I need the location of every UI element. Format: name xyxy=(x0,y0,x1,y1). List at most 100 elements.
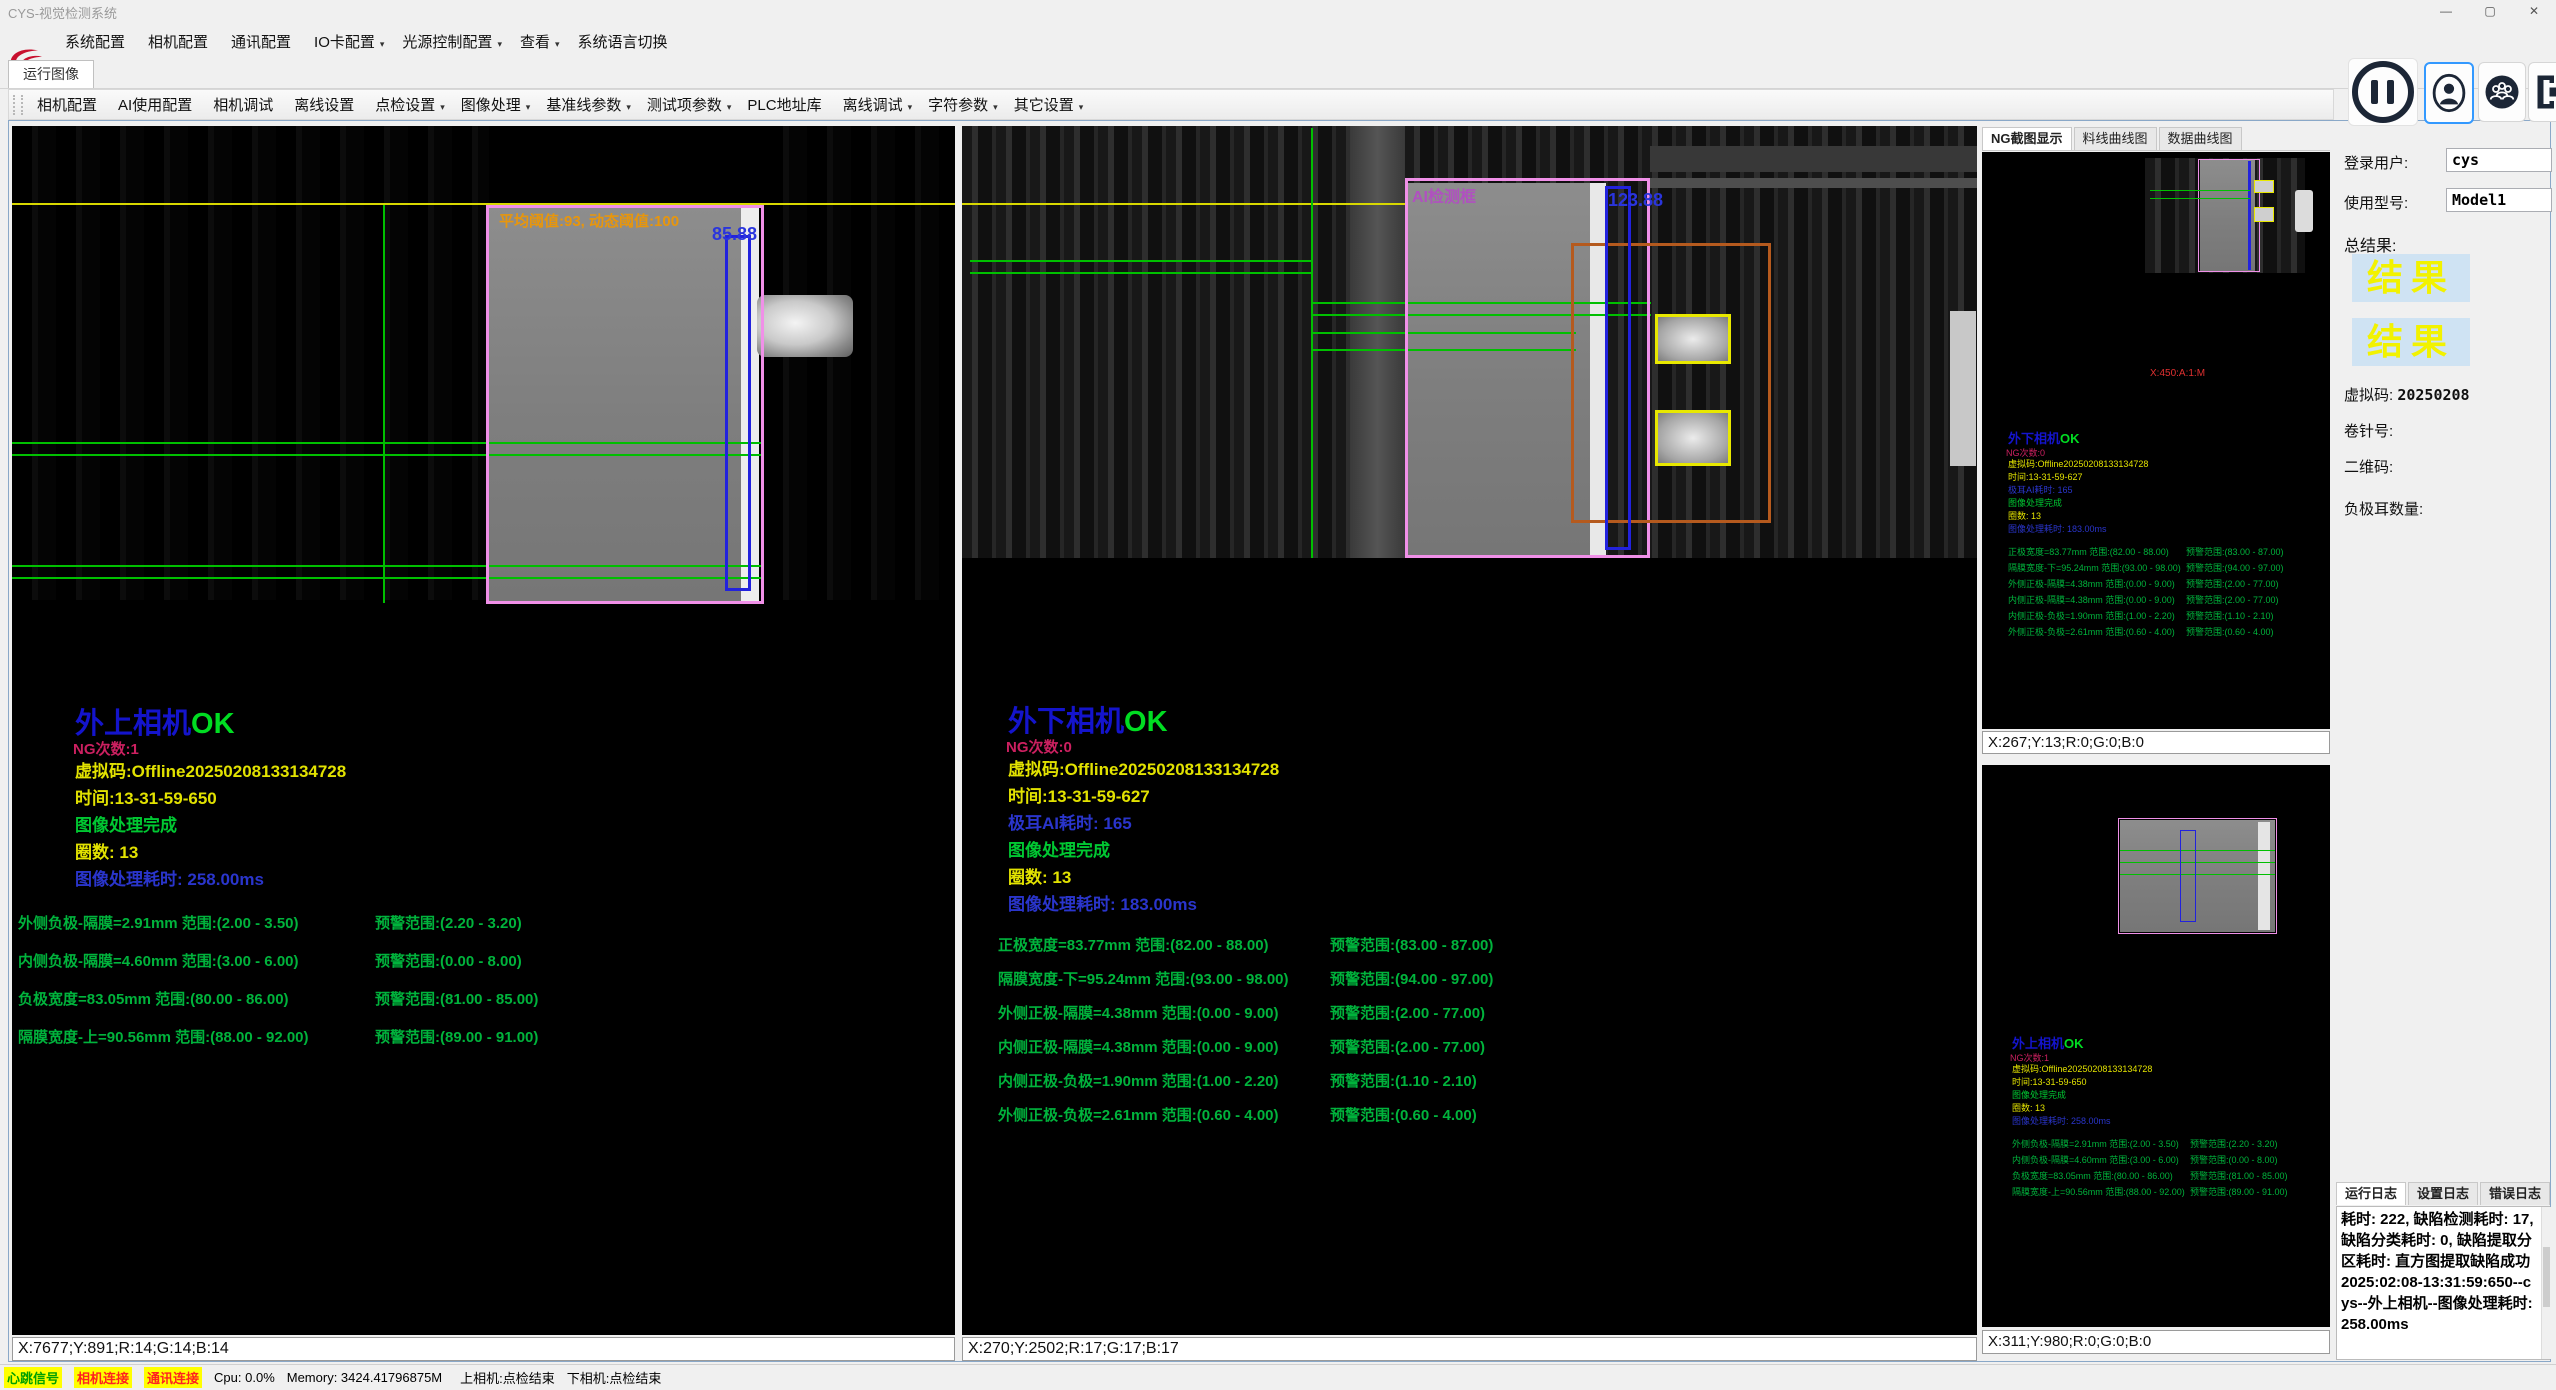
toolbar-item-label: 点检设置 xyxy=(375,97,435,114)
exit-button[interactable] xyxy=(2528,62,2556,122)
toolbar-item[interactable]: AI使用配置 xyxy=(110,94,205,115)
reference-line-yellow xyxy=(962,203,1408,205)
ng-panel-tabs: NG截图显示料线曲线图数据曲线图 xyxy=(1982,127,2330,151)
toolbar-item[interactable]: 离线调试▾ xyxy=(835,94,921,115)
toolbar-item-label: 图像处理 xyxy=(461,97,521,114)
left-coordinate-bar: X:7677;Y:891;R:14;G:14;B:14 xyxy=(12,1337,955,1361)
middle-camera-view[interactable]: AI检测框 123.88 外下相机OK NG次数:0 虚拟码:Offline20… xyxy=(962,126,1977,1335)
mini-camera-title: 外下相机OK xyxy=(2008,428,2080,447)
left-camera-view[interactable]: 平均阈值:93, 动态阈值:100 85.88 外上相机OK NG次数:1 虚拟… xyxy=(12,126,955,1335)
user-management-button[interactable] xyxy=(2478,62,2526,122)
toolbar-item[interactable]: 基准线参数▾ xyxy=(538,94,639,115)
chevron-down-icon: ▾ xyxy=(993,102,998,112)
toolbar-drag-handle-icon[interactable] xyxy=(13,95,23,115)
camera-connection-badge: 相机连接 xyxy=(74,1367,132,1388)
toolbar-item[interactable]: 其它设置▾ xyxy=(1006,94,1092,115)
login-user-input[interactable] xyxy=(2446,148,2552,172)
ng-snapshot-bottom-camera[interactable]: X:450:A:1:M 外下相机OK NG次数:0 虚拟码:Offline202… xyxy=(1982,152,2330,729)
log-tabs: 运行日志设置日志错误日志 xyxy=(2336,1182,2552,1205)
toolbar-item[interactable]: 点检设置 ▾ xyxy=(367,94,453,115)
users-group-icon xyxy=(2484,74,2520,110)
menu-item[interactable]: 查看▾ xyxy=(511,31,569,52)
menu-item-label: 通讯配置 xyxy=(231,34,291,51)
info-line: 时间:13-31-59-627 xyxy=(2008,470,2148,483)
toolbar-item-label: 字符参数 xyxy=(928,97,988,114)
ng2-coordinate-bar: X:311;Y:980;R:0;G:0;B:0 xyxy=(1982,1330,2330,1354)
measurement-warn-range: 预警范围:(2.00 - 77.00) xyxy=(2186,593,2279,606)
virtual-code-label: 虚拟码: xyxy=(2344,387,2393,404)
minimize-button[interactable]: — xyxy=(2424,0,2468,22)
menu-item[interactable]: 系统语言切换 xyxy=(569,31,682,52)
title-bar: CYS-视觉检测系统 — ▢ ✕ xyxy=(0,0,2556,22)
log-scrollbar[interactable] xyxy=(2541,1207,2551,1359)
bottom-camera-status: 下相机:点检结束 xyxy=(567,1368,662,1387)
menu-item[interactable]: 系统配置 xyxy=(56,31,139,52)
menu-item-label: 光源控制配置 xyxy=(402,34,492,51)
tab-run-image[interactable]: 运行图像 xyxy=(8,60,94,88)
toolbar-item-label: PLC地址库 xyxy=(747,97,821,114)
ng-panel-tab[interactable]: 数据曲线图 xyxy=(2159,127,2242,150)
mini-camera-title: 外上相机OK xyxy=(2012,1033,2084,1052)
toolbar-item[interactable]: 图像处理 ▾ xyxy=(453,94,539,115)
measurement-warn-range: 预警范围:(1.10 - 2.10) xyxy=(2186,609,2274,622)
info-line: 圈数: 13 xyxy=(2012,1101,2152,1114)
measurement-warn-range: 预警范围:(83.00 - 87.00) xyxy=(1330,934,1493,955)
menu-item[interactable]: 通讯配置 xyxy=(222,31,305,52)
measure-line-vertical xyxy=(1311,128,1313,558)
ng-panel-tab[interactable]: NG截图显示 xyxy=(1982,127,2072,150)
toolbar-items: 相机配置 AI使用配置 相机调试 离线设置 点检设置 ▾ 图像处理 ▾ 基准线参数▾… xyxy=(29,94,1091,115)
info-line: 时间:13-31-59-650 xyxy=(75,784,346,811)
measurement-warn-range: 预警范围:(94.00 - 97.00) xyxy=(2186,561,2284,574)
scrollbar-thumb[interactable] xyxy=(2543,1247,2550,1307)
toolbar-item[interactable]: 字符参数 ▾ xyxy=(920,94,1006,115)
ng-panel-tab[interactable]: 料线曲线图 xyxy=(2074,127,2157,150)
toolbar-item[interactable]: 测试项参数▾ xyxy=(639,94,740,115)
measurement-warn-range: 预警范围:(89.00 - 91.00) xyxy=(2190,1185,2288,1198)
pause-button[interactable] xyxy=(2348,58,2418,126)
info-line: 虚拟码:Offline20250208133134728 xyxy=(1008,755,1279,782)
toolbar-item-label: 离线设置 xyxy=(294,97,354,114)
ng-snapshot-top-camera[interactable]: 外上相机OK NG次数:1 虚拟码:Offline202502081331347… xyxy=(1982,765,2330,1327)
menu-item-label: 相机配置 xyxy=(148,34,208,51)
chevron-down-icon: ▾ xyxy=(440,102,445,112)
measurement-value: 隔膜宽度-上=90.56mm 范围:(88.00 - 92.00) xyxy=(18,1026,309,1047)
camera-info-lines: 虚拟码:Offline20250208133134728时间:13-31-59-… xyxy=(1008,755,1279,917)
log-tab[interactable]: 错误日志 xyxy=(2480,1182,2550,1205)
info-line: 圈数: 13 xyxy=(2008,509,2148,522)
detection-box-orange xyxy=(1571,243,1771,523)
machine-bar xyxy=(1650,178,1977,188)
measurement-warn-range: 预警范围:(0.60 - 4.00) xyxy=(1330,1104,1477,1125)
heartbeat-signal-badge: 心跳信号 xyxy=(4,1367,62,1388)
model-input[interactable] xyxy=(2446,188,2552,212)
status-badge: OK xyxy=(2064,1036,2084,1051)
log-tab[interactable]: 设置日志 xyxy=(2408,1182,2478,1205)
info-line: 图像处理耗时: 183.00ms xyxy=(2008,522,2148,535)
toolbar-item[interactable]: PLC地址库 xyxy=(739,94,834,115)
ai-box-label: AI检测框 xyxy=(1412,183,1476,207)
camera-name: 外下相机 xyxy=(1008,706,1124,738)
menu-item[interactable]: IO卡配置▾ xyxy=(305,31,393,52)
menu-item[interactable]: 光源控制配置▾ xyxy=(393,31,511,52)
qr-code-label: 二维码: xyxy=(2344,456,2393,477)
info-line: 虚拟码:Offline20250208133134728 xyxy=(2012,1062,2152,1075)
log-tab[interactable]: 运行日志 xyxy=(2336,1182,2406,1205)
maximize-button[interactable]: ▢ xyxy=(2468,0,2512,22)
detection-box-blue xyxy=(725,235,751,591)
toolbar-item[interactable]: 相机配置 xyxy=(29,94,110,115)
chevron-down-icon: ▾ xyxy=(526,102,531,112)
pause-icon xyxy=(2352,61,2414,123)
toolbar-item[interactable]: 离线设置 xyxy=(286,94,367,115)
menu-item[interactable]: 相机配置 xyxy=(139,31,222,52)
mini-tab-box-yellow xyxy=(2254,180,2274,193)
machine-photo-right xyxy=(763,126,955,600)
current-user-button[interactable] xyxy=(2424,62,2474,124)
memory-usage: Memory: 3424.41796875M xyxy=(287,1370,442,1385)
measurement-value: 外侧正极-负极=2.61mm 范围:(0.60 - 4.00) xyxy=(998,1104,1279,1125)
measurement-value: 内侧正极-负极=1.90mm 范围:(1.00 - 2.20) xyxy=(2008,609,2175,622)
toolbar-item[interactable]: 相机调试 xyxy=(205,94,286,115)
camera-result-title: 外下相机OK xyxy=(1008,698,1168,740)
measurement-warn-range: 预警范围:(2.00 - 77.00) xyxy=(1330,1036,1485,1057)
user-icon xyxy=(2432,73,2466,113)
close-button[interactable]: ✕ xyxy=(2512,0,2556,22)
measure-line-horizontal xyxy=(970,260,1311,262)
